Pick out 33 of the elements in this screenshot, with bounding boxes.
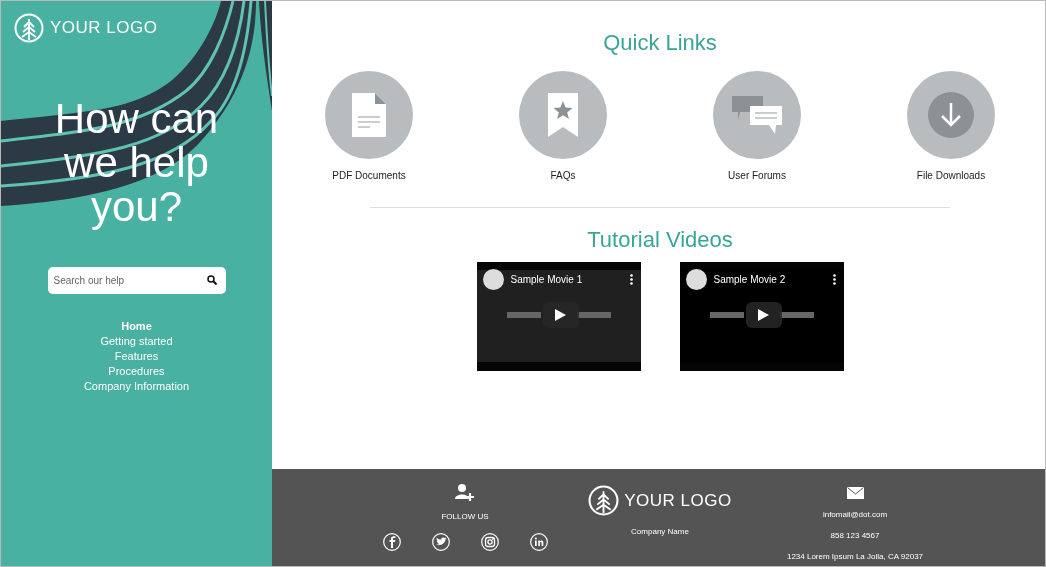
address-text: 1234 Lorem Ipsum La Jolla, CA 92037 <box>786 551 924 563</box>
phone-text: 858 123 4567 <box>830 530 880 542</box>
link-label[interactable]: FAQs <box>550 168 576 184</box>
link-label[interactable]: PDF Documents <box>332 168 406 184</box>
play-icon <box>758 308 769 321</box>
follow-label: FOLLOW US <box>441 511 489 523</box>
logo-text: YOUR LOGO <box>50 17 158 40</box>
search-icon <box>206 275 217 285</box>
email-text: infomail@dot.com <box>822 509 888 521</box>
section-title: Quick Links <box>603 30 717 57</box>
video-title[interactable]: Sample Movie 1 <box>510 271 623 287</box>
mail-icon <box>846 487 864 499</box>
chat-icon <box>732 96 782 135</box>
bird-icon[interactable] <box>431 533 450 551</box>
linkedin-icon[interactable] <box>529 533 548 551</box>
add-user-icon <box>455 483 475 503</box>
tree-logo-icon <box>588 485 620 516</box>
facebook-icon[interactable] <box>382 533 401 551</box>
camera-icon[interactable] <box>480 533 499 551</box>
download-icon <box>928 92 974 139</box>
bookmark-icon <box>548 93 578 138</box>
section-title: Tutorial Videos <box>587 227 733 254</box>
link-label[interactable]: User Forums <box>728 168 786 184</box>
company-name: Company Name <box>631 526 689 538</box>
link-label[interactable]: File Downloads <box>916 168 986 184</box>
tree-logo-icon <box>14 13 44 43</box>
doc-icon <box>352 93 386 138</box>
search-field[interactable]: Search our help <box>47 267 226 294</box>
video-title[interactable]: Sample Movie 2 <box>713 271 826 287</box>
more-icon[interactable] <box>832 273 836 285</box>
logo-text: YOUR LOGO <box>624 489 732 512</box>
play-icon <box>555 308 566 321</box>
more-icon[interactable] <box>629 273 633 285</box>
